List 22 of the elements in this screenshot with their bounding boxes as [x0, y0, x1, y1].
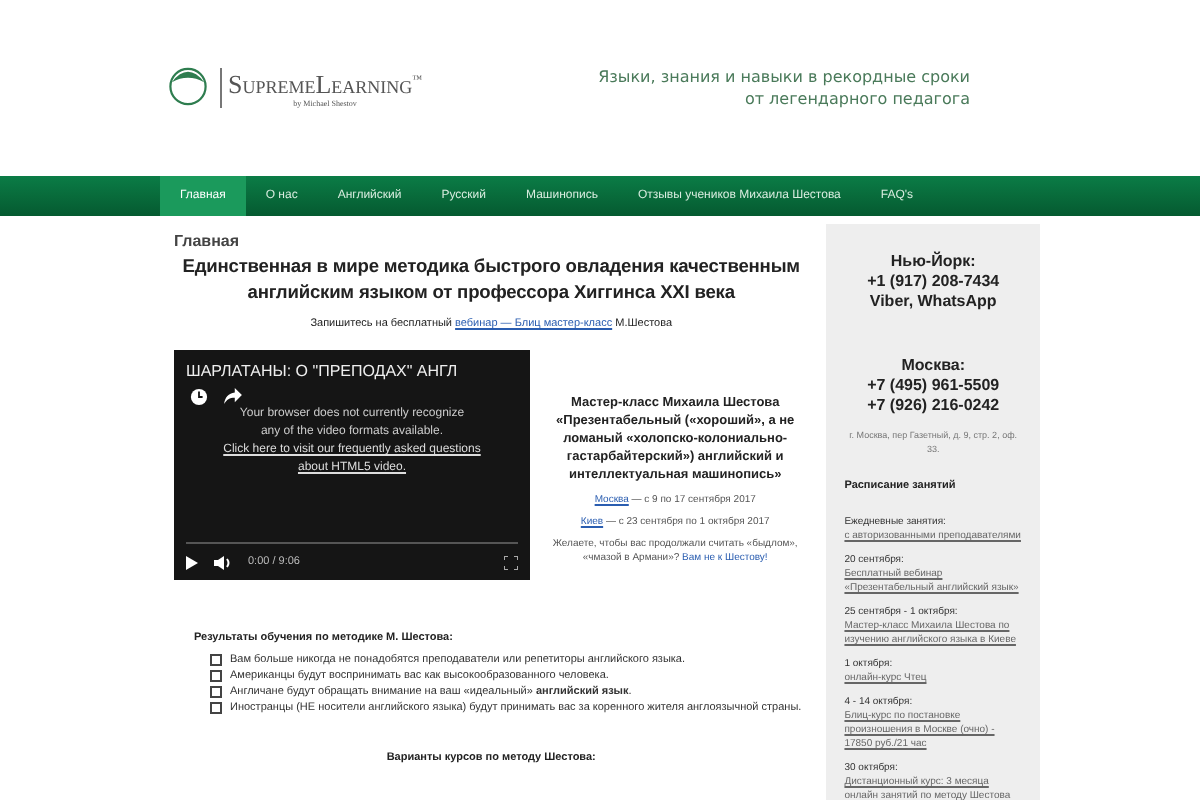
- tagline: Языки, знания и навыки в рекордные сроки: [598, 66, 970, 88]
- contact-city: Нью-Йорк:: [888, 252, 978, 272]
- contact-city: Москва:: [899, 356, 968, 376]
- share-icon[interactable]: [224, 388, 242, 404]
- bullet-icon: [210, 702, 222, 714]
- page-title: Главная: [174, 232, 242, 250]
- bullet-icon: [210, 670, 222, 682]
- contact-line: +1 (917) 208-7434: [865, 272, 1002, 292]
- headline: Единственная в мире методика быстрого овладения качественным английским языком от профессора Хиггинса XXI века: [180, 254, 802, 306]
- contact-line: +7 (926) 216-0242: [865, 396, 1002, 416]
- video-title: ШАРЛАТАНЫ: О "ПРЕПОДАХ" АНГЛ: [184, 360, 458, 380]
- logo-title[interactable]: SupremeLearning: [228, 68, 413, 99]
- clock-icon[interactable]: [190, 388, 208, 406]
- fullscreen-icon[interactable]: [504, 555, 518, 569]
- contact-line: +7 (495) 961-5509: [865, 376, 1002, 396]
- trademark-mark: ™: [412, 75, 423, 86]
- bullet-icon: [210, 654, 222, 666]
- tagline: от легендарного педагога: [742, 88, 970, 110]
- contact-line: Viber, WhatsApp: [867, 292, 999, 312]
- bullet-icon: [210, 686, 222, 698]
- volume-icon[interactable]: [214, 555, 232, 569]
- play-icon[interactable]: [186, 555, 198, 569]
